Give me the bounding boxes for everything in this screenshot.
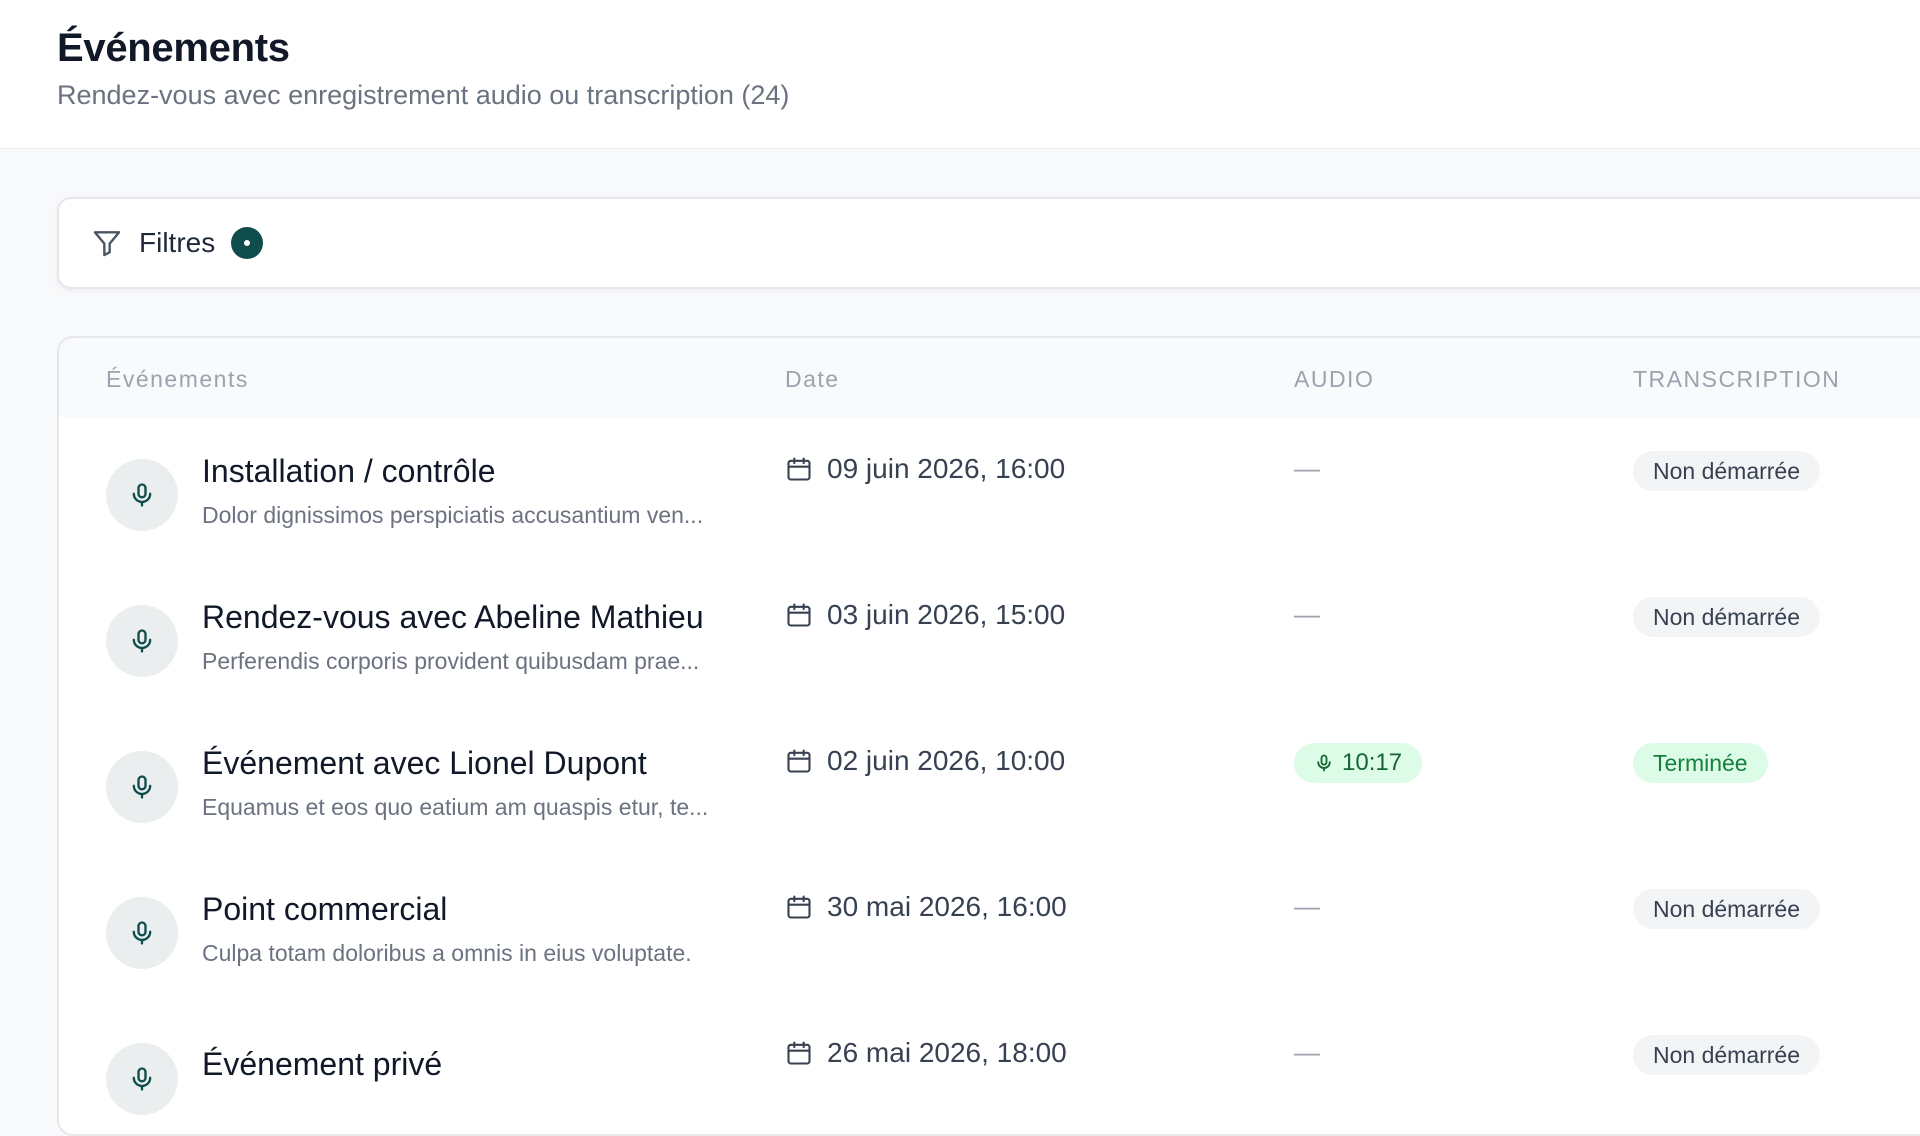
calendar-icon <box>785 455 813 483</box>
table-header: Événements Date AUDIO TRANSCRIPTION <box>59 338 1920 417</box>
microphone-icon <box>106 1043 178 1115</box>
event-date-text: 02 juin 2026, 10:00 <box>827 745 1066 776</box>
table-row[interactable]: Point commercial Culpa totam doloribus a… <box>59 855 1920 1001</box>
page-subtitle: Rendez-vous avec enregistrement audio ou… <box>57 80 790 110</box>
event-title[interactable]: Point commercial <box>202 891 447 928</box>
event-description: Culpa totam doloribus a omnis in eius vo… <box>202 940 692 966</box>
event-date-text: 03 juin 2026, 15:00 <box>827 599 1066 630</box>
filters-label: Filtres <box>139 227 216 258</box>
table-row[interactable]: Installation / contrôle Dolor dignissimo… <box>59 417 1920 563</box>
event-description: Perferendis corporis provident quibusdam… <box>202 648 700 674</box>
microphone-icon <box>106 897 178 969</box>
transcription-status-badge: Non démarrée <box>1633 889 1821 929</box>
audio-empty: — <box>1294 453 1320 483</box>
table-row[interactable]: Événement avec Lionel Dupont Equamus et … <box>59 709 1920 855</box>
event-date-text: 09 juin 2026, 16:00 <box>827 453 1066 484</box>
table-row[interactable]: Rendez-vous avec Abeline Mathieu Perfere… <box>59 563 1920 709</box>
microphone-icon <box>1314 753 1334 773</box>
transcription-status-badge: Terminée <box>1633 743 1768 783</box>
table-row[interactable]: Événement privé 26 mai 2026, 18:00 — Non… <box>59 1001 1920 1134</box>
event-date-text: 30 mai 2026, 16:00 <box>827 891 1067 922</box>
microphone-icon <box>106 605 178 677</box>
page-header: Événements Rendez-vous avec enregistreme… <box>0 0 1920 149</box>
active-filter-indicator <box>231 227 264 259</box>
audio-empty: — <box>1294 1037 1320 1067</box>
column-header-date[interactable]: Date <box>785 366 840 393</box>
audio-play-badge[interactable]: 10:17 <box>1294 743 1423 783</box>
column-header-events[interactable]: Événements <box>106 366 249 393</box>
events-table: Événements Date AUDIO TRANSCRIPTION Inst… <box>57 336 1920 1136</box>
calendar-icon <box>785 747 813 775</box>
page-title: Événements <box>57 26 290 70</box>
filters-button[interactable]: Filtres <box>57 197 1920 289</box>
event-date: 03 juin 2026, 15:00 <box>785 599 1065 631</box>
calendar-icon <box>785 893 813 921</box>
event-title[interactable]: Événement avec Lionel Dupont <box>202 745 647 782</box>
calendar-icon <box>785 601 813 629</box>
microphone-icon <box>106 459 178 531</box>
event-date: 02 juin 2026, 10:00 <box>785 745 1065 777</box>
event-date: 30 mai 2026, 16:00 <box>785 891 1067 923</box>
column-header-audio[interactable]: AUDIO <box>1294 366 1374 393</box>
event-description: Equamus et eos quo eatium am quaspis etu… <box>202 794 709 820</box>
event-date: 09 juin 2026, 16:00 <box>785 453 1065 485</box>
audio-duration: 10:17 <box>1342 749 1403 776</box>
column-header-transcription[interactable]: TRANSCRIPTION <box>1633 366 1840 393</box>
transcription-status-badge: Non démarrée <box>1633 1035 1821 1075</box>
calendar-icon <box>785 1039 813 1067</box>
event-title[interactable]: Événement privé <box>202 1046 442 1083</box>
event-title[interactable]: Installation / contrôle <box>202 453 496 490</box>
transcription-status-badge: Non démarrée <box>1633 597 1821 637</box>
filter-icon <box>91 227 123 259</box>
event-description: Dolor dignissimos perspiciatis accusanti… <box>202 502 704 528</box>
event-date-text: 26 mai 2026, 18:00 <box>827 1037 1067 1068</box>
event-date: 26 mai 2026, 18:00 <box>785 1037 1067 1069</box>
audio-empty: — <box>1294 599 1320 629</box>
microphone-icon <box>106 751 178 823</box>
transcription-status-badge: Non démarrée <box>1633 451 1821 491</box>
event-title[interactable]: Rendez-vous avec Abeline Mathieu <box>202 599 704 636</box>
audio-empty: — <box>1294 891 1320 921</box>
